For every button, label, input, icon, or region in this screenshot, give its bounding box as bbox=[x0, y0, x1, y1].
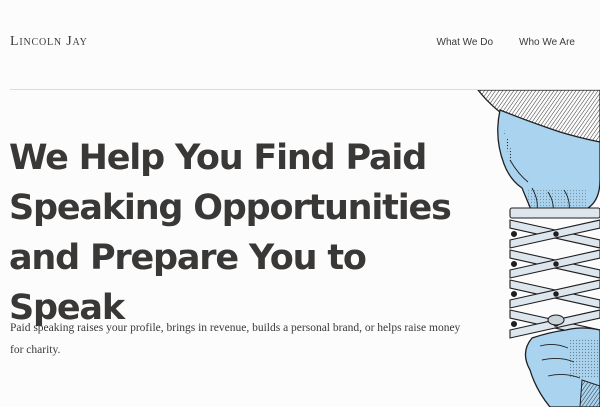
hands-scissor-lift-illustration bbox=[477, 90, 600, 407]
page: Lincoln Jay What We Do Who We Are We Hel… bbox=[0, 0, 600, 407]
nav-what-we-do[interactable]: What We Do bbox=[437, 37, 494, 48]
scissor-lift bbox=[509, 207, 600, 349]
hero-subtext: Paid speaking raises your profile, bring… bbox=[10, 322, 461, 356]
hero-headline: We Help You Find Paid Speaking Opportuni… bbox=[9, 138, 452, 328]
bottom-hand bbox=[524, 327, 600, 407]
nav-who-we-are[interactable]: Who We Are bbox=[519, 37, 575, 48]
main-nav: What We Do Who We Are bbox=[437, 37, 575, 48]
brand-logo[interactable]: Lincoln Jay bbox=[10, 34, 88, 50]
